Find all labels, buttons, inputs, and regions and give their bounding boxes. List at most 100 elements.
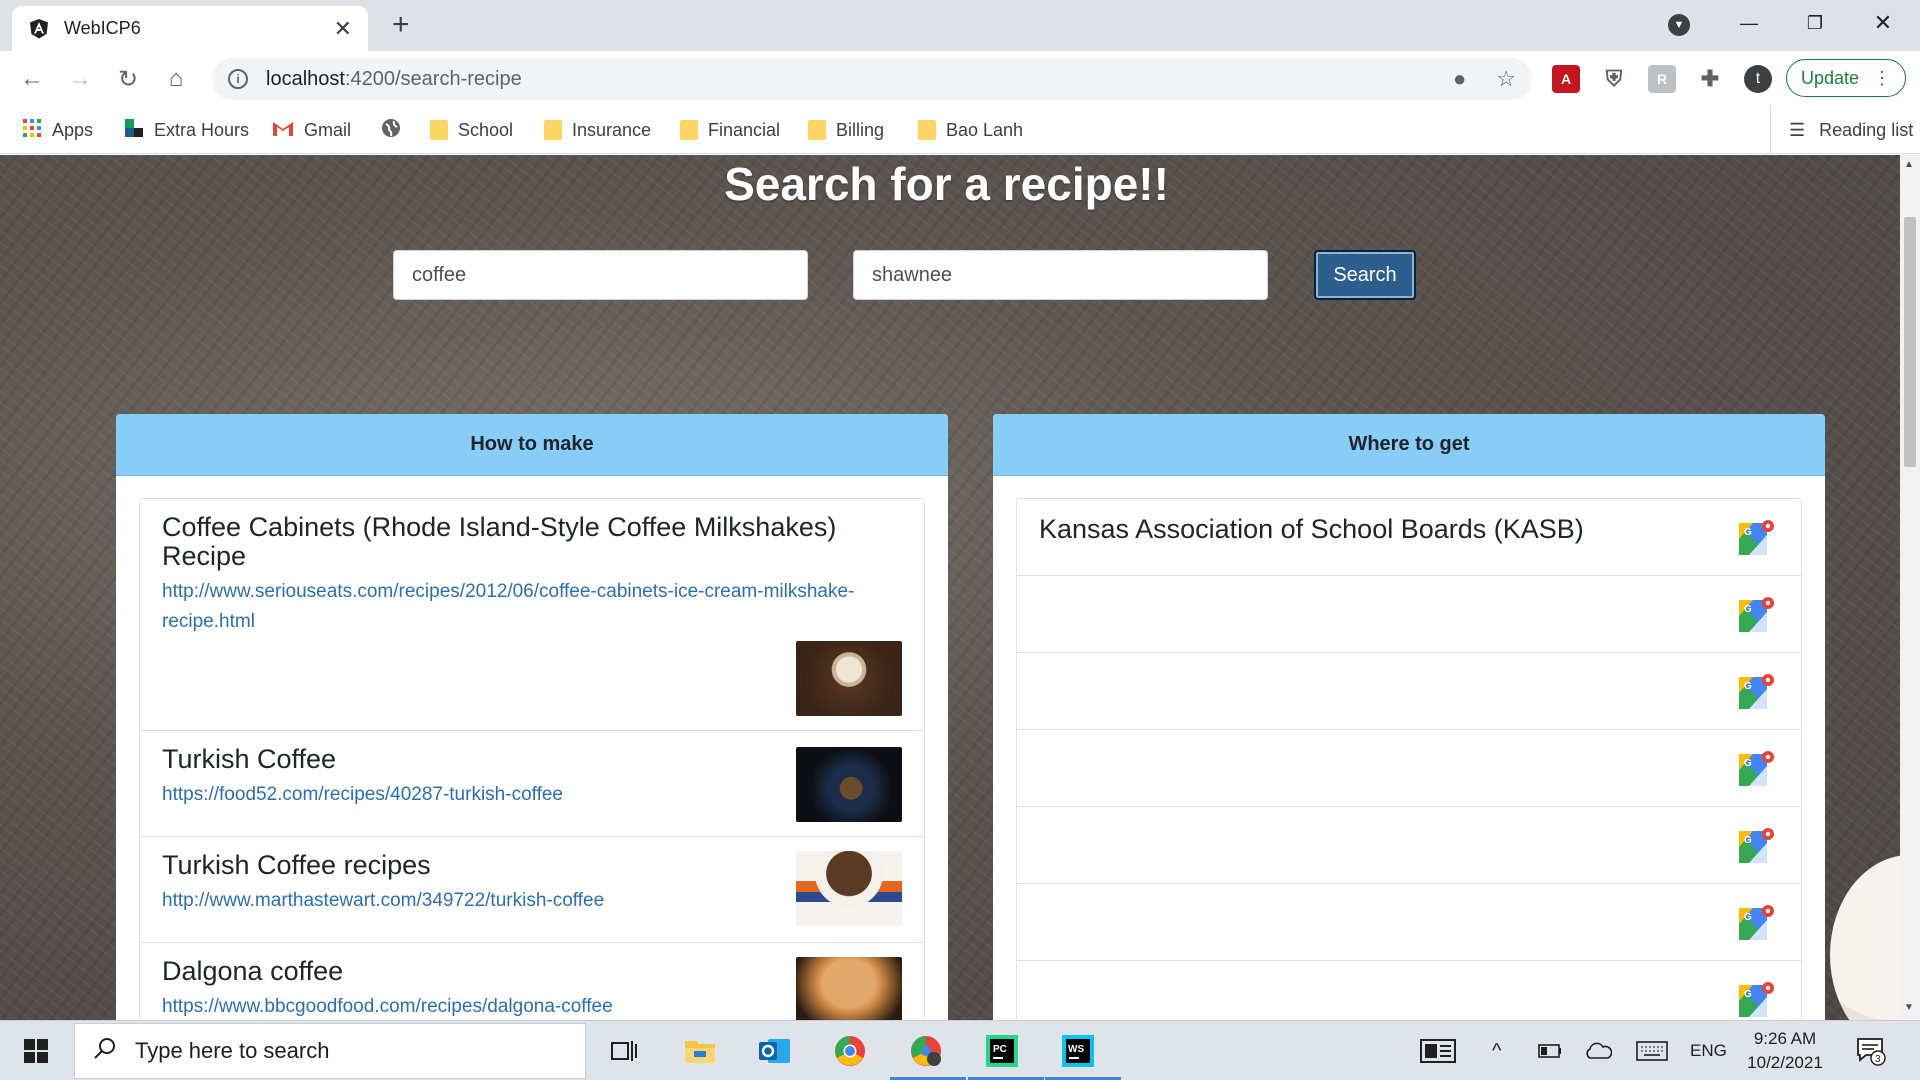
system-clock[interactable]: 9:26 AM 10/2/2021 <box>1730 1027 1840 1075</box>
news-widget-icon[interactable] <box>1420 1021 1456 1081</box>
tab-title: WebICP6 <box>64 18 141 38</box>
svg-text:G: G <box>1744 604 1752 615</box>
language-indicator[interactable]: ENG <box>1690 1021 1727 1081</box>
reading-list[interactable]: ☰ Reading list <box>1770 106 1913 154</box>
reload-icon[interactable]: ↻ <box>110 61 146 97</box>
home-icon[interactable]: ⌂ <box>158 61 194 97</box>
browser-toolbar: ← → ↻ ⌂ i localhost:4200/search-recipe ●… <box>0 51 1920 106</box>
bookmark-apps[interactable]: Apps <box>22 106 93 154</box>
bookmark-label: Gmail <box>304 119 352 140</box>
google-maps-icon[interactable]: G <box>1737 750 1775 788</box>
folder-icon <box>680 120 698 140</box>
restore-icon[interactable]: ❐ <box>1786 6 1844 40</box>
bookmark-label: School <box>458 119 514 140</box>
page-scrollbar[interactable]: ▲ ▼ <box>1900 155 1920 1020</box>
google-maps-icon[interactable]: G <box>1737 519 1775 557</box>
close-window-icon[interactable]: ✕ <box>1854 6 1912 40</box>
google-maps-icon[interactable]: G <box>1737 827 1775 865</box>
scroll-thumb[interactable] <box>1904 217 1916 467</box>
bookmark-label: Apps <box>52 119 94 140</box>
taskbar-search[interactable]: Type here to search <box>74 1023 586 1079</box>
recipe-title: Turkish Coffee <box>162 744 337 774</box>
onedrive-icon[interactable] <box>1584 1021 1612 1081</box>
keyboard-icon[interactable] <box>1636 1021 1668 1081</box>
file-explorer-icon[interactable] <box>678 1029 722 1073</box>
place-item: G <box>1017 576 1801 653</box>
url-path: :4200/search-recipe <box>344 67 522 90</box>
reading-list-label: Reading list <box>1819 119 1914 140</box>
extension-r-icon[interactable]: R <box>1648 65 1676 93</box>
panel-header: How to make <box>116 414 948 476</box>
info-icon[interactable]: i <box>228 69 248 89</box>
recipe-title: Turkish Coffee recipes <box>162 850 431 880</box>
recipe-title: Coffee Cabinets (Rhode Island-Style Coff… <box>162 512 837 571</box>
svg-text:G: G <box>1744 527 1752 538</box>
place-name: Kansas Association of School Boards (KAS… <box>1039 514 1584 544</box>
profile-avatar[interactable]: t <box>1744 65 1772 93</box>
forward-icon[interactable]: → <box>62 61 98 97</box>
recipe-link[interactable]: http://www.marthastewart.com/349722/turk… <box>162 886 862 916</box>
bookmark-extra-hours[interactable]: Extra Hours <box>124 106 249 154</box>
task-view-icon[interactable] <box>602 1029 646 1073</box>
notification-center-icon[interactable]: 3 <box>1856 1021 1888 1081</box>
place-item: Kansas Association of School Boards (KAS… <box>1017 499 1801 576</box>
svg-text:G: G <box>1744 758 1752 769</box>
svg-text:G: G <box>1744 989 1752 1000</box>
google-maps-icon[interactable]: G <box>1737 981 1775 1019</box>
where-to-get-panel: Where to get Kansas Association of Schoo… <box>993 414 1825 1020</box>
turkish-coffee-cup-photo <box>796 747 902 822</box>
recipe-item: Dalgona coffee https://www.bbcgoodfood.c… <box>140 943 924 1020</box>
pycharm-icon[interactable]: PC <box>980 1029 1024 1073</box>
bookmark-label: Financial <box>708 119 781 140</box>
google-maps-icon[interactable]: G <box>1737 904 1775 942</box>
google-maps-icon[interactable]: G <box>1737 596 1775 634</box>
recipe-list: Coffee Cabinets (Rhode Island-Style Coff… <box>139 498 925 1020</box>
google-maps-icon[interactable]: G <box>1737 673 1775 711</box>
show-hidden-icons[interactable]: ^ <box>1492 1021 1501 1081</box>
scroll-down-icon[interactable]: ▼ <box>1904 1002 1914 1013</box>
bookmark-financial[interactable]: Financial <box>680 106 780 154</box>
bookmark-gmail[interactable]: Gmail <box>272 106 351 154</box>
back-icon[interactable]: ← <box>14 61 50 97</box>
battery-icon[interactable] <box>1538 1021 1562 1081</box>
bookmark-insurance[interactable]: Insurance <box>544 106 651 154</box>
minimize-icon[interactable]: — <box>1720 6 1778 40</box>
update-button[interactable]: Update ⋮ <box>1786 59 1906 97</box>
new-tab-icon[interactable]: + <box>392 10 410 40</box>
chrome-profile-icon[interactable] <box>904 1029 948 1073</box>
address-bar[interactable]: i localhost:4200/search-recipe ● ☆ <box>212 58 1532 100</box>
location-icon[interactable]: ● <box>1453 66 1466 92</box>
scroll-up-icon[interactable]: ▲ <box>1904 159 1914 170</box>
bookmark-school[interactable]: School <box>430 106 513 154</box>
windows-start-icon[interactable] <box>14 1029 58 1073</box>
bookmark-globe[interactable] <box>380 106 402 154</box>
place-item: G <box>1017 961 1801 1020</box>
place-item: G <box>1017 807 1801 884</box>
bookmark-bao-lanh[interactable]: Bao Lanh <box>918 106 1023 154</box>
webstorm-icon[interactable]: WS <box>1056 1029 1100 1073</box>
tab-search-icon[interactable]: ▼ <box>1668 14 1690 36</box>
clock-date: 10/2/2021 <box>1747 1053 1823 1072</box>
recipe-search-input[interactable] <box>393 250 808 300</box>
puzzle-icon[interactable]: ✚ <box>1696 65 1724 93</box>
outlook-icon[interactable] <box>753 1029 797 1073</box>
bookmark-star-icon[interactable]: ☆ <box>1496 66 1516 92</box>
url-text[interactable]: localhost:4200/search-recipe <box>266 68 1453 91</box>
tab-close-icon[interactable]: ✕ <box>334 17 352 40</box>
bookmark-billing[interactable]: Billing <box>808 106 884 154</box>
recipe-link[interactable]: http://www.seriouseats.com/recipes/2012/… <box>162 577 862 637</box>
svg-text:G: G <box>1744 835 1752 846</box>
shield-icon[interactable]: ⛨ <box>1600 65 1628 93</box>
recipe-link[interactable]: https://food52.com/recipes/40287-turkish… <box>162 780 862 810</box>
location-search-input[interactable] <box>853 250 1268 300</box>
page-content: Search for a recipe!! Search How to make… <box>0 155 1900 1020</box>
bookmarks-bar: Apps Extra Hours Gmail School Insurance … <box>0 106 1920 154</box>
plate-photo <box>1830 855 1900 1020</box>
clock-time: 9:26 AM <box>1753 1029 1817 1048</box>
search-button[interactable]: Search <box>1314 250 1416 300</box>
recipe-link[interactable]: https://www.bbcgoodfood.com/recipes/dalg… <box>162 992 862 1020</box>
chrome-icon[interactable] <box>828 1029 872 1073</box>
browser-tab[interactable]: WebICP6 ✕ <box>12 6 368 51</box>
taskbar-search-placeholder: Type here to search <box>135 1038 330 1063</box>
acrobat-icon[interactable]: A <box>1552 65 1580 93</box>
